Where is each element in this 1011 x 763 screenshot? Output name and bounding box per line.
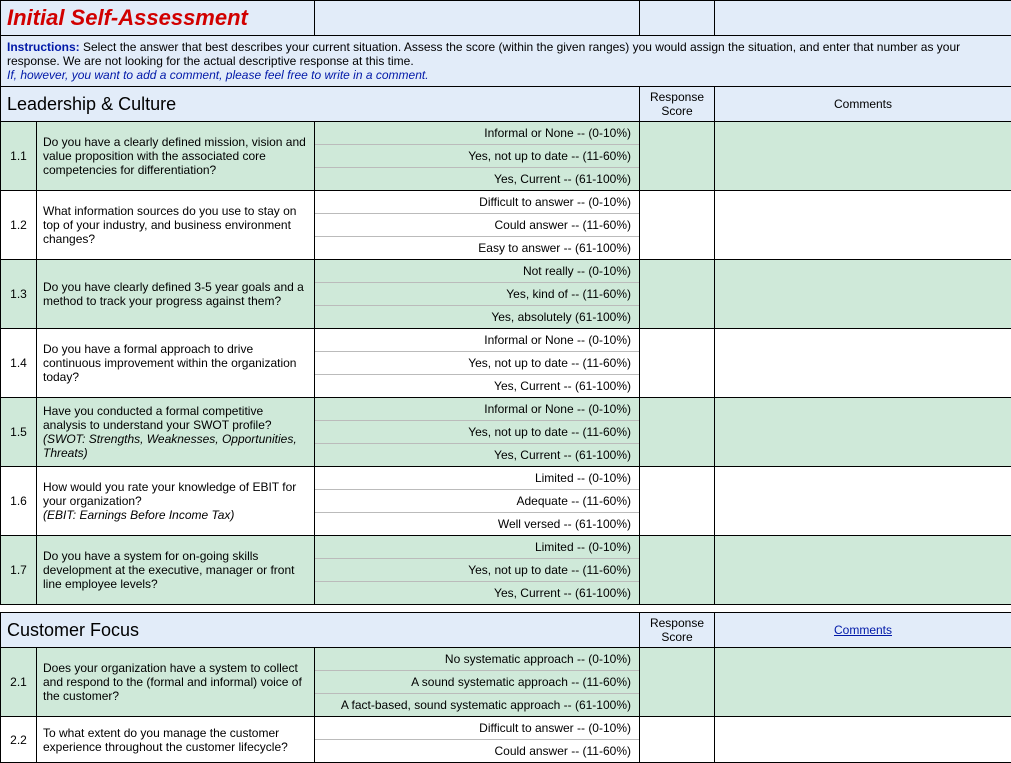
answer-option: Adequate -- (11-60%) <box>315 490 639 513</box>
question-options: Limited -- (0-10%)Yes, not up to date --… <box>315 536 640 605</box>
question-options: Informal or None -- (0-10%)Yes, not up t… <box>315 329 640 398</box>
question-options: Informal or None -- (0-10%)Yes, not up t… <box>315 122 640 191</box>
comments-cell[interactable] <box>715 398 1011 467</box>
answer-option: Yes, not up to date -- (11-60%) <box>315 145 639 168</box>
comments-cell[interactable] <box>715 648 1011 717</box>
answer-option: Limited -- (0-10%) <box>315 467 639 490</box>
response-score-cell[interactable] <box>640 536 715 605</box>
answer-option: Could answer -- (11-60%) <box>315 740 639 762</box>
title-blank-2 <box>640 1 715 36</box>
question-number: 1.2 <box>1 191 37 260</box>
answer-option: Not really -- (0-10%) <box>315 260 639 283</box>
assessment-table: Initial Self-AssessmentInstructions: Sel… <box>0 0 1011 763</box>
question-number: 1.3 <box>1 260 37 329</box>
response-score-cell[interactable] <box>640 398 715 467</box>
comments-header[interactable]: Comments <box>715 613 1011 648</box>
question-number: 2.2 <box>1 717 37 763</box>
question-text: Do you have a clearly defined mission, v… <box>37 122 315 191</box>
answer-option: Yes, Current -- (61-100%) <box>315 375 639 397</box>
answer-option: Difficult to answer -- (0-10%) <box>315 191 639 214</box>
answer-option: A sound systematic approach -- (11-60%) <box>315 671 639 694</box>
answer-option: Yes, Current -- (61-100%) <box>315 582 639 604</box>
comments-cell[interactable] <box>715 260 1011 329</box>
question-number: 1.5 <box>1 398 37 467</box>
comments-cell[interactable] <box>715 717 1011 763</box>
question-text: What information sources do you use to s… <box>37 191 315 260</box>
question-options: Difficult to answer -- (0-10%)Could answ… <box>315 717 640 763</box>
answer-option: Informal or None -- (0-10%) <box>315 329 639 352</box>
question-text: To what extent do you manage the custome… <box>37 717 315 763</box>
comments-cell[interactable] <box>715 536 1011 605</box>
answer-option: Yes, not up to date -- (11-60%) <box>315 559 639 582</box>
response-score-cell[interactable] <box>640 648 715 717</box>
answer-option: Yes, not up to date -- (11-60%) <box>315 352 639 375</box>
question-text: How would you rate your knowledge of EBI… <box>37 467 315 536</box>
answer-option: A fact-based, sound systematic approach … <box>315 694 639 716</box>
question-text: Does your organization have a system to … <box>37 648 315 717</box>
question-options: Difficult to answer -- (0-10%)Could answ… <box>315 191 640 260</box>
page-title: Initial Self-Assessment <box>1 1 315 36</box>
response-score-header: Response Score <box>640 613 715 648</box>
instructions: Instructions: Select the answer that bes… <box>1 36 1011 87</box>
question-text: Do you have clearly defined 3-5 year goa… <box>37 260 315 329</box>
answer-option: Yes, Current -- (61-100%) <box>315 444 639 466</box>
comments-cell[interactable] <box>715 467 1011 536</box>
response-score-cell[interactable] <box>640 467 715 536</box>
answer-option: Well versed -- (61-100%) <box>315 513 639 535</box>
section-header: Leadership & Culture <box>1 87 640 122</box>
question-text: Do you have a formal approach to drive c… <box>37 329 315 398</box>
response-score-cell[interactable] <box>640 122 715 191</box>
section-divider <box>1 605 1011 613</box>
question-options: Informal or None -- (0-10%)Yes, not up t… <box>315 398 640 467</box>
answer-option: Yes, Current -- (61-100%) <box>315 168 639 190</box>
answer-option: No systematic approach -- (0-10%) <box>315 648 639 671</box>
title-blank-1 <box>315 1 640 36</box>
answer-option: Yes, not up to date -- (11-60%) <box>315 421 639 444</box>
comments-cell[interactable] <box>715 122 1011 191</box>
question-options: No systematic approach -- (0-10%)A sound… <box>315 648 640 717</box>
question-number: 1.6 <box>1 467 37 536</box>
answer-option: Yes, kind of -- (11-60%) <box>315 283 639 306</box>
response-score-cell[interactable] <box>640 191 715 260</box>
answer-option: Yes, absolutely (61-100%) <box>315 306 639 328</box>
comments-cell[interactable] <box>715 191 1011 260</box>
comments-header: Comments <box>715 87 1011 122</box>
answer-option: Could answer -- (11-60%) <box>315 214 639 237</box>
answer-option: Easy to answer -- (61-100%) <box>315 237 639 259</box>
question-number: 1.7 <box>1 536 37 605</box>
answer-option: Informal or None -- (0-10%) <box>315 122 639 145</box>
section-header: Customer Focus <box>1 613 640 648</box>
question-options: Limited -- (0-10%)Adequate -- (11-60%)We… <box>315 467 640 536</box>
response-score-cell[interactable] <box>640 329 715 398</box>
question-number: 1.1 <box>1 122 37 191</box>
question-number: 1.4 <box>1 329 37 398</box>
question-text: Do you have a system for on-going skills… <box>37 536 315 605</box>
question-options: Not really -- (0-10%)Yes, kind of -- (11… <box>315 260 640 329</box>
answer-option: Difficult to answer -- (0-10%) <box>315 717 639 740</box>
question-number: 2.1 <box>1 648 37 717</box>
answer-option: Limited -- (0-10%) <box>315 536 639 559</box>
response-score-cell[interactable] <box>640 717 715 763</box>
title-blank-3 <box>715 1 1011 36</box>
question-text: Have you conducted a formal competitive … <box>37 398 315 467</box>
comments-cell[interactable] <box>715 329 1011 398</box>
response-score-header: Response Score <box>640 87 715 122</box>
response-score-cell[interactable] <box>640 260 715 329</box>
answer-option: Informal or None -- (0-10%) <box>315 398 639 421</box>
